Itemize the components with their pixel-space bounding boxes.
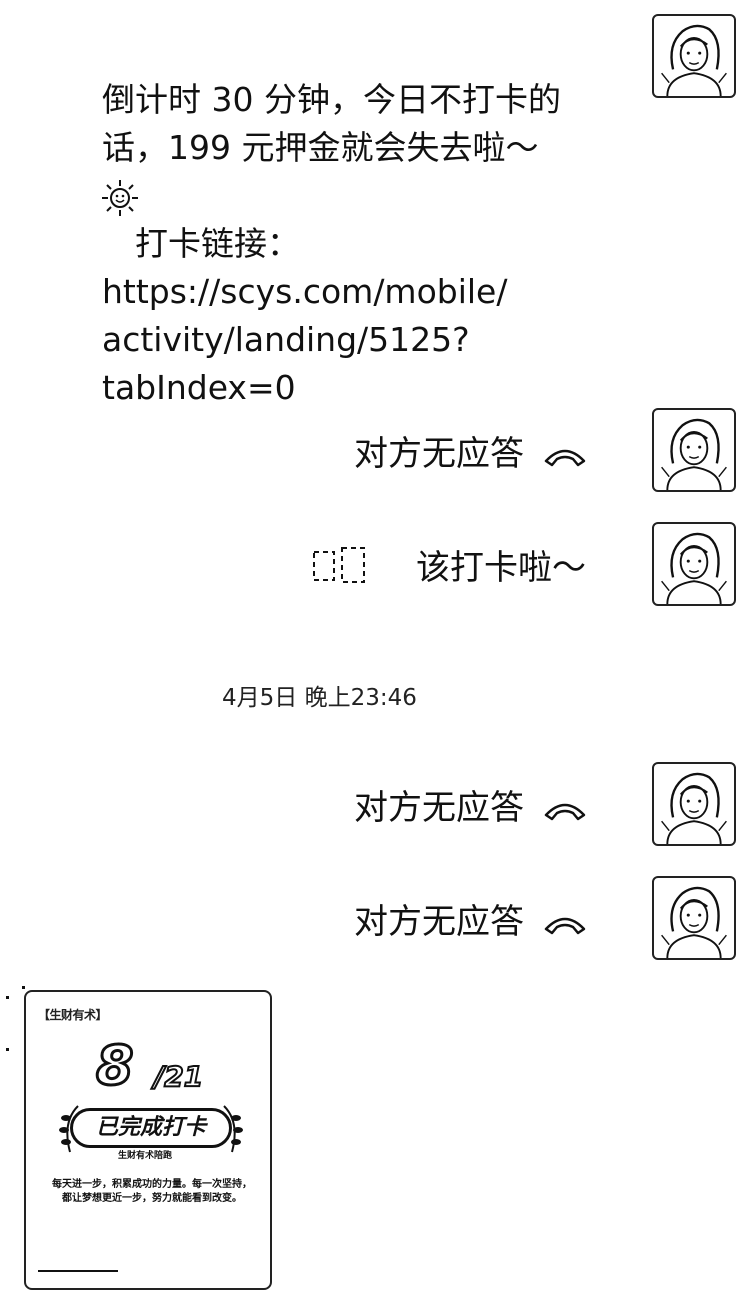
card-quote: 每天进一步，积累成功的力量。每一次坚持，都让梦想更近一步，努力就能看到改变。: [52, 1179, 252, 1204]
card-subtitle: 生财有术陪跑: [118, 1151, 173, 1161]
phone-hangup-icon: [543, 913, 587, 935]
woman-avatar-icon[interactable]: [652, 876, 736, 960]
phone-hangup-icon: [543, 799, 587, 821]
call-status-message[interactable]: 对方无应答: [354, 900, 587, 944]
woman-avatar-icon[interactable]: [652, 762, 736, 846]
message-text-reminder: 该打卡啦～: [416, 548, 586, 588]
call-status-message[interactable]: 对方无应答: [354, 786, 587, 830]
phone-hangup-icon: [543, 445, 587, 467]
checkin-status-banner: 已完成打卡: [70, 1108, 232, 1148]
card-day-number: 8: [95, 1033, 136, 1099]
checkin-card-image[interactable]: 【生财有术】 8 /21 已完成打卡 生财有术陪跑 每天进一步，积累成功的力量。…: [24, 990, 272, 1290]
message-timestamp: 4月5日 晚上23:46: [222, 685, 417, 711]
card-day-total: /21: [153, 1059, 204, 1094]
woman-avatar-icon[interactable]: [652, 522, 736, 606]
woman-avatar-icon[interactable]: [652, 408, 736, 492]
divider-dot: [6, 996, 9, 999]
woman-avatar-icon[interactable]: [652, 14, 736, 98]
card-header: 【生财有术】: [38, 1008, 108, 1022]
message-text-countdown: 倒计时 30 分钟，今日不打卡的 话，199 元押金就会失去啦～ 打卡链接： h…: [102, 80, 561, 407]
divider-dot: [22, 986, 25, 989]
divider-dot: [6, 1048, 9, 1051]
sun-emoji-icon: [100, 178, 140, 218]
call-status-message[interactable]: 对方无应答: [354, 432, 587, 476]
card-footer-line: [38, 1270, 118, 1272]
broken-image-icon: [312, 546, 372, 586]
